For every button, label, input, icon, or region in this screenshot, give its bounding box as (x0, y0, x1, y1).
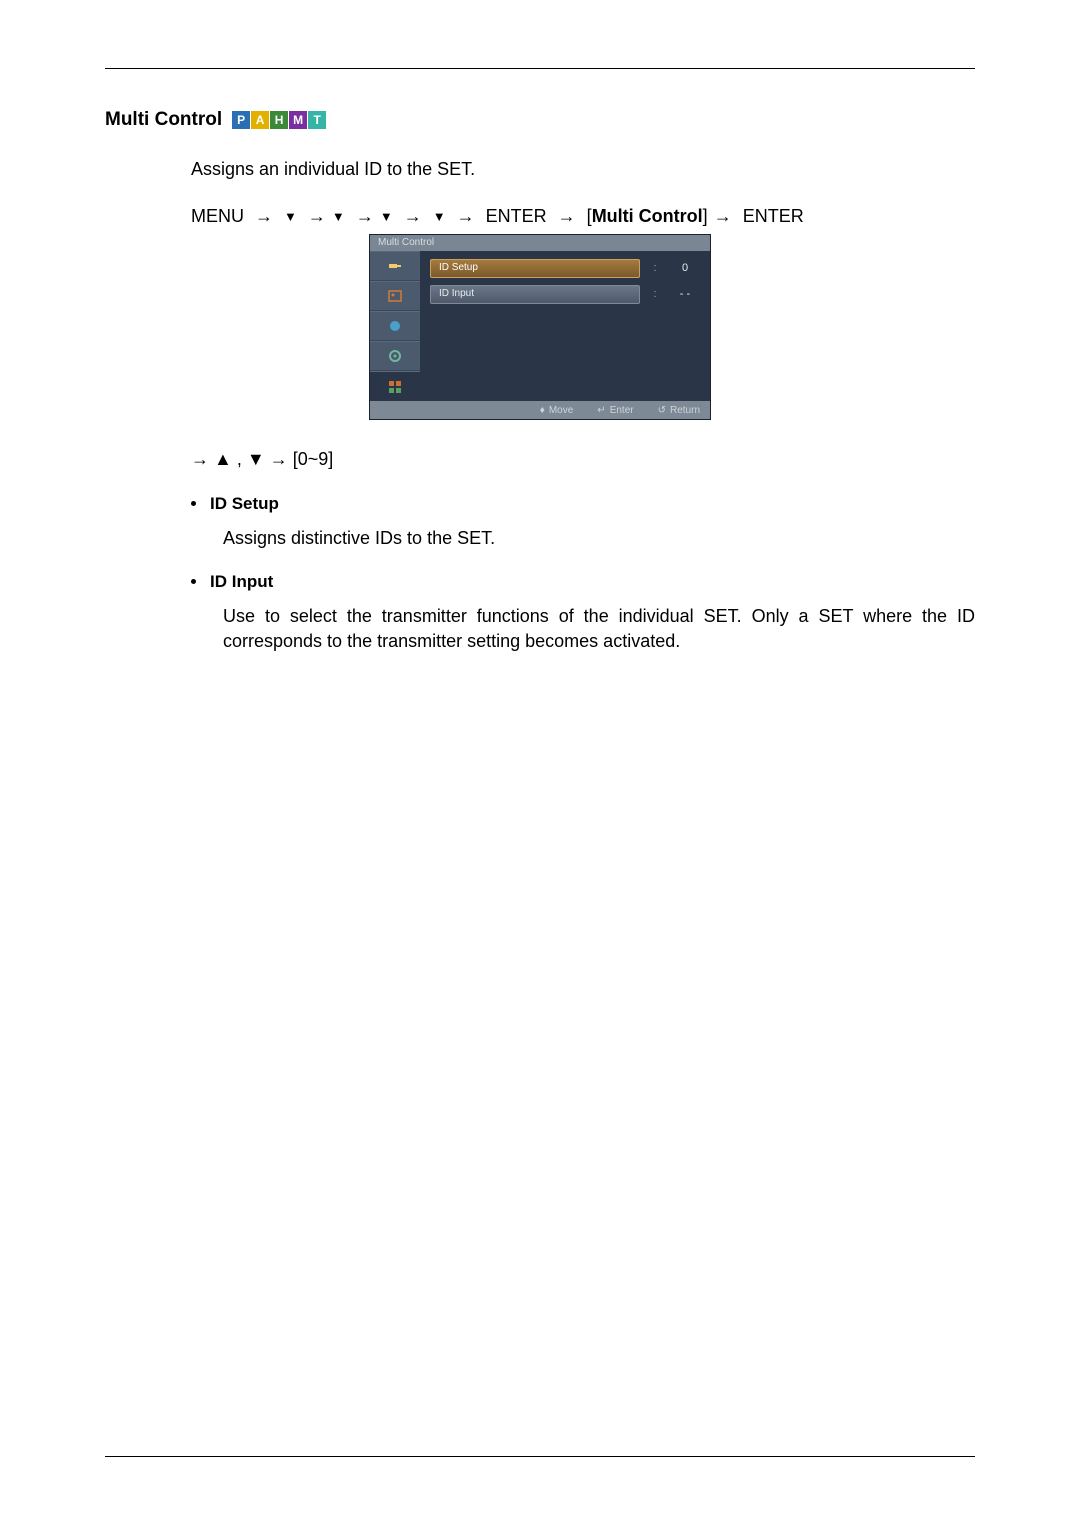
osd-move-hint: ♦ Move (540, 405, 574, 416)
bullet-dot-icon (191, 579, 196, 584)
arrow-icon: → (714, 206, 732, 226)
down-triangle-icon: ▼ (284, 209, 297, 224)
down-triangle-icon: ▼ (332, 209, 345, 224)
globe-icon (387, 318, 403, 334)
osd-return-hint: ↺ Return (658, 405, 700, 416)
arrow-icon: → (255, 206, 273, 226)
down-triangle-icon: ▼ (247, 449, 265, 469)
osd-body: ID Setup : 0 ID Input : - - (370, 251, 710, 401)
mode-badges: P A H M T (232, 111, 327, 129)
osd-return-label: Return (670, 405, 700, 416)
osd-rows: ID Setup : 0 ID Input : - - (420, 251, 710, 401)
arrow-icon: → (558, 206, 576, 226)
comma: , (237, 449, 247, 469)
bullet-body: Assigns distinctive IDs to the SET. (223, 526, 975, 550)
mode-badge-m: M (289, 111, 307, 129)
nav-enter-2: ENTER (743, 206, 804, 226)
osd-row-sep: : (640, 262, 670, 274)
post-navigation-path: → ▲ , ▼ → [0~9] (191, 449, 975, 470)
arrow-icon: → (191, 449, 209, 469)
osd-tab-sound[interactable] (370, 311, 420, 341)
section-heading: Multi Control P A H M T (105, 109, 975, 131)
intro-text: Assigns an individual ID to the SET. (191, 159, 975, 180)
nav-menu: MENU (191, 206, 244, 226)
top-rule (105, 68, 975, 69)
osd-move-label: Move (549, 405, 573, 416)
mode-badge-t: T (308, 111, 326, 129)
osd-row-value: 0 (670, 262, 700, 274)
osd-enter-label: Enter (610, 405, 634, 416)
bottom-rule (105, 1456, 975, 1457)
mode-badge-h: H (270, 111, 288, 129)
nav-bracket-label: Multi Control (592, 206, 703, 226)
grid-icon (387, 379, 403, 395)
arrow-icon: → (270, 449, 288, 469)
osd-tab-multi-control[interactable] (370, 371, 420, 401)
return-icon: ↺ (658, 405, 666, 416)
osd-row-label: ID Input (430, 285, 640, 304)
nav-enter: ENTER (486, 206, 547, 226)
bullet-heading: ID Input (191, 572, 975, 592)
document-page: Multi Control P A H M T Assigns an indiv… (0, 0, 1080, 1527)
osd-tab-picture[interactable] (370, 281, 420, 311)
range-text: [0~9] (293, 449, 334, 469)
updown-icon: ♦ (540, 405, 545, 416)
mode-badge-a: A (251, 111, 269, 129)
section-title: Multi Control (105, 109, 222, 131)
osd-title: Multi Control (370, 235, 710, 251)
bracket-close: ] (703, 206, 708, 226)
down-triangle-icon: ▼ (380, 209, 393, 224)
arrow-icon: → (308, 206, 326, 226)
bullet-title: ID Setup (210, 494, 279, 514)
bullet-id-input: ID Input Use to select the transmitter f… (191, 572, 975, 653)
osd-row-id-setup[interactable]: ID Setup : 0 (430, 257, 700, 279)
osd-footer: ♦ Move ↵ Enter ↺ Return (370, 401, 710, 419)
enter-icon: ↵ (597, 405, 605, 416)
osd-side-tabs (370, 251, 420, 401)
osd-row-id-input[interactable]: ID Input : - - (430, 283, 700, 305)
bullet-dot-icon (191, 501, 196, 506)
plug-icon (387, 258, 403, 274)
bullet-title: ID Input (210, 572, 273, 592)
bullet-heading: ID Setup (191, 494, 975, 514)
up-triangle-icon: ▲ (214, 449, 232, 469)
navigation-path: MENU → ▼ →▼ →▼ → ▼ → ENTER → [Multi Cont… (191, 206, 975, 227)
picture-icon (387, 288, 403, 304)
osd-tab-input[interactable] (370, 251, 420, 281)
osd-panel: Multi Control (370, 235, 710, 419)
bullet-id-setup: ID Setup Assigns distinctive IDs to the … (191, 494, 975, 550)
arrow-icon: → (356, 206, 374, 226)
mode-badge-p: P (232, 111, 250, 129)
osd-row-label: ID Setup (430, 259, 640, 278)
bullet-body: Use to select the transmitter functions … (223, 604, 975, 653)
gear-icon (387, 348, 403, 364)
osd-tab-setup[interactable] (370, 341, 420, 371)
arrow-icon: → (404, 206, 422, 226)
osd-row-sep: : (640, 288, 670, 300)
osd-row-value: - - (670, 288, 700, 300)
osd-enter-hint: ↵ Enter (597, 405, 633, 416)
arrow-icon: → (457, 206, 475, 226)
down-triangle-icon: ▼ (433, 209, 446, 224)
osd-screenshot: Multi Control (370, 235, 710, 419)
